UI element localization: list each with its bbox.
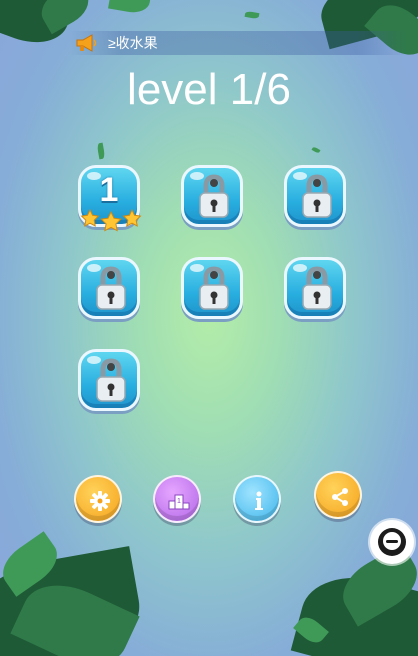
level-tile-1[interactable]: 1 <box>78 165 142 232</box>
svg-text:1: 1 <box>177 498 181 505</box>
padlock-icon <box>96 358 126 402</box>
level-tile-4[interactable] <box>78 257 140 319</box>
gear-icon <box>90 491 110 511</box>
level-tile-5[interactable] <box>181 257 243 319</box>
foliage-top-mid <box>108 0 152 16</box>
game-screen: ≥收水果 level 1/6 1 1 <box>0 0 418 656</box>
leaderboard-button[interactable]: 1 <box>153 475 201 523</box>
announcement-bar: ≥收水果 <box>70 31 408 55</box>
info-button[interactable] <box>233 475 281 523</box>
level-number: 1 <box>99 171 119 209</box>
chat-button[interactable] <box>370 520 414 564</box>
level-tile-3[interactable] <box>284 165 346 227</box>
level-tile-7[interactable] <box>78 349 140 411</box>
padlock-icon <box>302 266 332 310</box>
padlock-icon <box>199 174 229 218</box>
falling-leaf <box>244 10 260 20</box>
chat-bubble-icon <box>378 528 406 556</box>
falling-leaf <box>311 146 321 154</box>
star-icon <box>100 210 122 232</box>
settings-button[interactable] <box>74 475 122 523</box>
padlock-icon <box>302 174 332 218</box>
info-icon <box>255 491 263 510</box>
falling-leaf <box>96 142 106 160</box>
podium-icon: 1 <box>168 494 190 510</box>
announcement-text: ≥收水果 <box>108 35 158 51</box>
level-title: level 1/6 <box>127 65 291 114</box>
share-button[interactable] <box>314 471 362 519</box>
star-icon <box>122 208 142 227</box>
star-icon <box>80 208 100 227</box>
share-icon <box>332 488 348 506</box>
padlock-icon <box>199 266 229 310</box>
padlock-icon <box>96 266 126 310</box>
level-tile-2[interactable] <box>181 165 243 227</box>
star-rating <box>80 208 142 232</box>
level-tile-6[interactable] <box>284 257 346 319</box>
megaphone-icon <box>76 34 97 52</box>
